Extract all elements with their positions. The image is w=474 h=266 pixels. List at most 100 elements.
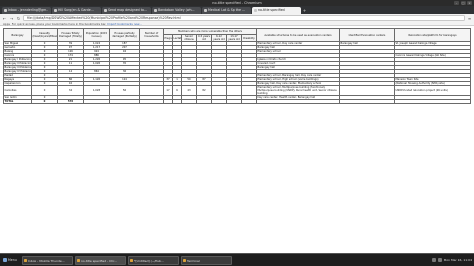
terminal-icon (183, 259, 187, 262)
col-header-age-0-5: 0-5 years old (196, 34, 212, 42)
cell-households (139, 85, 164, 96)
cell-population: 1,028 (83, 85, 110, 96)
cell-senior (181, 99, 197, 104)
cell-totally: 34 (57, 85, 84, 96)
cell-age1317 (226, 85, 242, 96)
tab-favicon (3, 9, 7, 12)
volume-icon[interactable] (437, 258, 442, 262)
tab-label: Medical Lat & Sp the ... (208, 8, 246, 12)
col-header-age-13-17: 13-17 years old (226, 34, 242, 42)
cell-barangay: Barangay I Poblacion (3, 57, 32, 62)
cell-age612 (211, 85, 227, 96)
menu-icon[interactable]: ≡ (467, 16, 472, 21)
col-header-disability: Disability (241, 34, 257, 42)
cell-age612 (211, 99, 227, 104)
col-header-age-6-12: 6-12 years old (211, 34, 227, 42)
cell-age05 (196, 99, 212, 104)
cell-population (83, 99, 110, 104)
cell-lactating (172, 99, 182, 104)
cell-partially (109, 99, 140, 104)
tab-5[interactable]: Medical Lat & Sp the ... (202, 7, 251, 14)
start-menu-icon (3, 258, 7, 262)
system-tray: Mon Mar 16, 11:04 (431, 258, 472, 262)
col-header-evac-centers: Identified Evacuation centers (339, 28, 395, 42)
tab-label: Send map designed to... (108, 8, 147, 12)
cell-disability (241, 99, 257, 104)
window-controls: – □ × (454, 1, 472, 5)
task-label: Inbox - Mozilla Thunde... (28, 258, 65, 263)
cell-age05: 82 (196, 85, 212, 96)
tab-label: Hill Sorg(en & Garde... (58, 8, 94, 12)
tab-strip: Inbox - jennderling@gm.. Hill Sorg(en & … (0, 6, 474, 14)
taskbar-task-editor[interactable]: *[Untitled] (~/Pub... (128, 255, 179, 265)
browser-window: no-title specified - Chromium – □ × Inbo… (0, 0, 474, 266)
page-content: Barangay Casualty (Dead/Injured/Missing)… (0, 26, 474, 253)
cell-relocation: UNDP-funded relocation project (26 units… (394, 85, 471, 96)
cell-barangay: Barangay IV Poblacion (3, 69, 32, 74)
col-header-partially-damaged: Houses partially damaged (Partially) (109, 28, 140, 42)
maximize-icon[interactable]: □ (460, 1, 466, 5)
col-header-barangay: Barangay (3, 28, 32, 42)
taskbar-task-thunderbird[interactable]: Inbox - Mozilla Thunde... (22, 255, 73, 265)
cell-households (139, 99, 164, 104)
tab-label: Bandaban Valley (wh... (158, 8, 195, 12)
task-label: no-title specified - Chr... (81, 258, 117, 263)
col-header-pregnant: Pregnant (163, 34, 173, 42)
tab-favicon (53, 9, 57, 12)
tab-favicon (153, 9, 157, 12)
tab-label: no-title specified (258, 8, 285, 12)
cell-structures (256, 99, 340, 104)
tab-4[interactable]: Bandaban Valley (wh... (152, 7, 201, 14)
tab-favicon (203, 9, 207, 12)
start-menu-button[interactable]: Menu (2, 256, 20, 265)
taskbar: Menu Inbox - Mozilla Thunde... no-title … (0, 253, 474, 266)
col-header-lactating: Lactating (172, 34, 182, 42)
tab-2[interactable]: Hill Sorg(en & Garde... (52, 7, 101, 14)
col-header-households: Number of households (139, 28, 164, 42)
cell-evac (339, 99, 395, 104)
col-header-senior: Senior citizens (181, 34, 197, 42)
col-header-casualty: Casualty (Dead/Injured/Missing) (31, 28, 58, 42)
tab-6-active[interactable]: no-title specified (252, 7, 301, 14)
barangay-table: Barangay Casualty (Dead/Injured/Missing)… (3, 28, 471, 104)
minimize-icon[interactable]: – (454, 1, 459, 5)
tab-1[interactable]: Inbox - jennderling@gm.. (2, 7, 51, 14)
task-label: Terminal (187, 258, 200, 263)
cell-casualty: 0 (31, 99, 58, 104)
window-title: no-title specified - Chromium (212, 1, 262, 5)
tab-favicon (253, 9, 257, 12)
forward-arrow-icon[interactable]: → (9, 16, 14, 21)
task-label: *[Untitled] (~/Pub... (134, 258, 164, 263)
tab-favicon (103, 9, 107, 12)
cell-structures: Elementary school, Multipurpose building… (256, 85, 340, 96)
cell-pregnant (163, 99, 173, 104)
cell-barangay: Barangay III Poblacion (3, 65, 32, 70)
cell-evac (339, 85, 395, 96)
cell-totally: 576 (57, 99, 84, 104)
table-row: TOTAL 0 576 (3, 99, 471, 104)
network-icon[interactable] (431, 258, 436, 262)
url-text: file:///data/tmp/DSWD%20Affected%20(Muni… (27, 16, 181, 21)
cell-barangay: Caronitas (3, 85, 32, 96)
col-header-totally-damaged: Houses Totally Damaged (Totally) (57, 28, 84, 42)
cell-lactating: 6 (172, 85, 182, 96)
cell-disability (241, 85, 257, 96)
cell-barangay: Barangay II Poblacion (3, 61, 32, 66)
col-header-relocation: Relocation site/platform for barangays (394, 28, 471, 42)
taskbar-task-terminal[interactable]: Terminal (181, 255, 232, 265)
back-arrow-icon[interactable]: ← (2, 16, 7, 21)
address-bar[interactable]: file:///data/tmp/DSWD%20Affected%20(Muni… (23, 15, 465, 21)
reload-icon[interactable]: ↻ (16, 16, 21, 21)
taskbar-task-chromium[interactable]: no-title specified - Chr... (75, 255, 126, 265)
chromium-icon (77, 259, 81, 262)
new-tab-icon[interactable]: + (302, 8, 307, 13)
browser-toolbar: ← → ↻ file:///data/tmp/DSWD%20Affected%2… (0, 14, 474, 22)
tab-3[interactable]: Send map designed to... (102, 7, 151, 14)
table-body: San Miguel 0 39 1,024 187 Elementary school, … (3, 41, 471, 104)
close-icon[interactable]: × (467, 1, 472, 5)
clock: Mon Mar 16, 11:04 (443, 258, 472, 262)
col-header-population: Population (2015 Census) (83, 28, 110, 42)
table-row: Caronitas 0 34 1,028 56 17 6 43 82 Elementary sch… (3, 85, 471, 96)
cell-partially: 56 (109, 85, 140, 96)
cell-casualty: 0 (31, 85, 58, 96)
